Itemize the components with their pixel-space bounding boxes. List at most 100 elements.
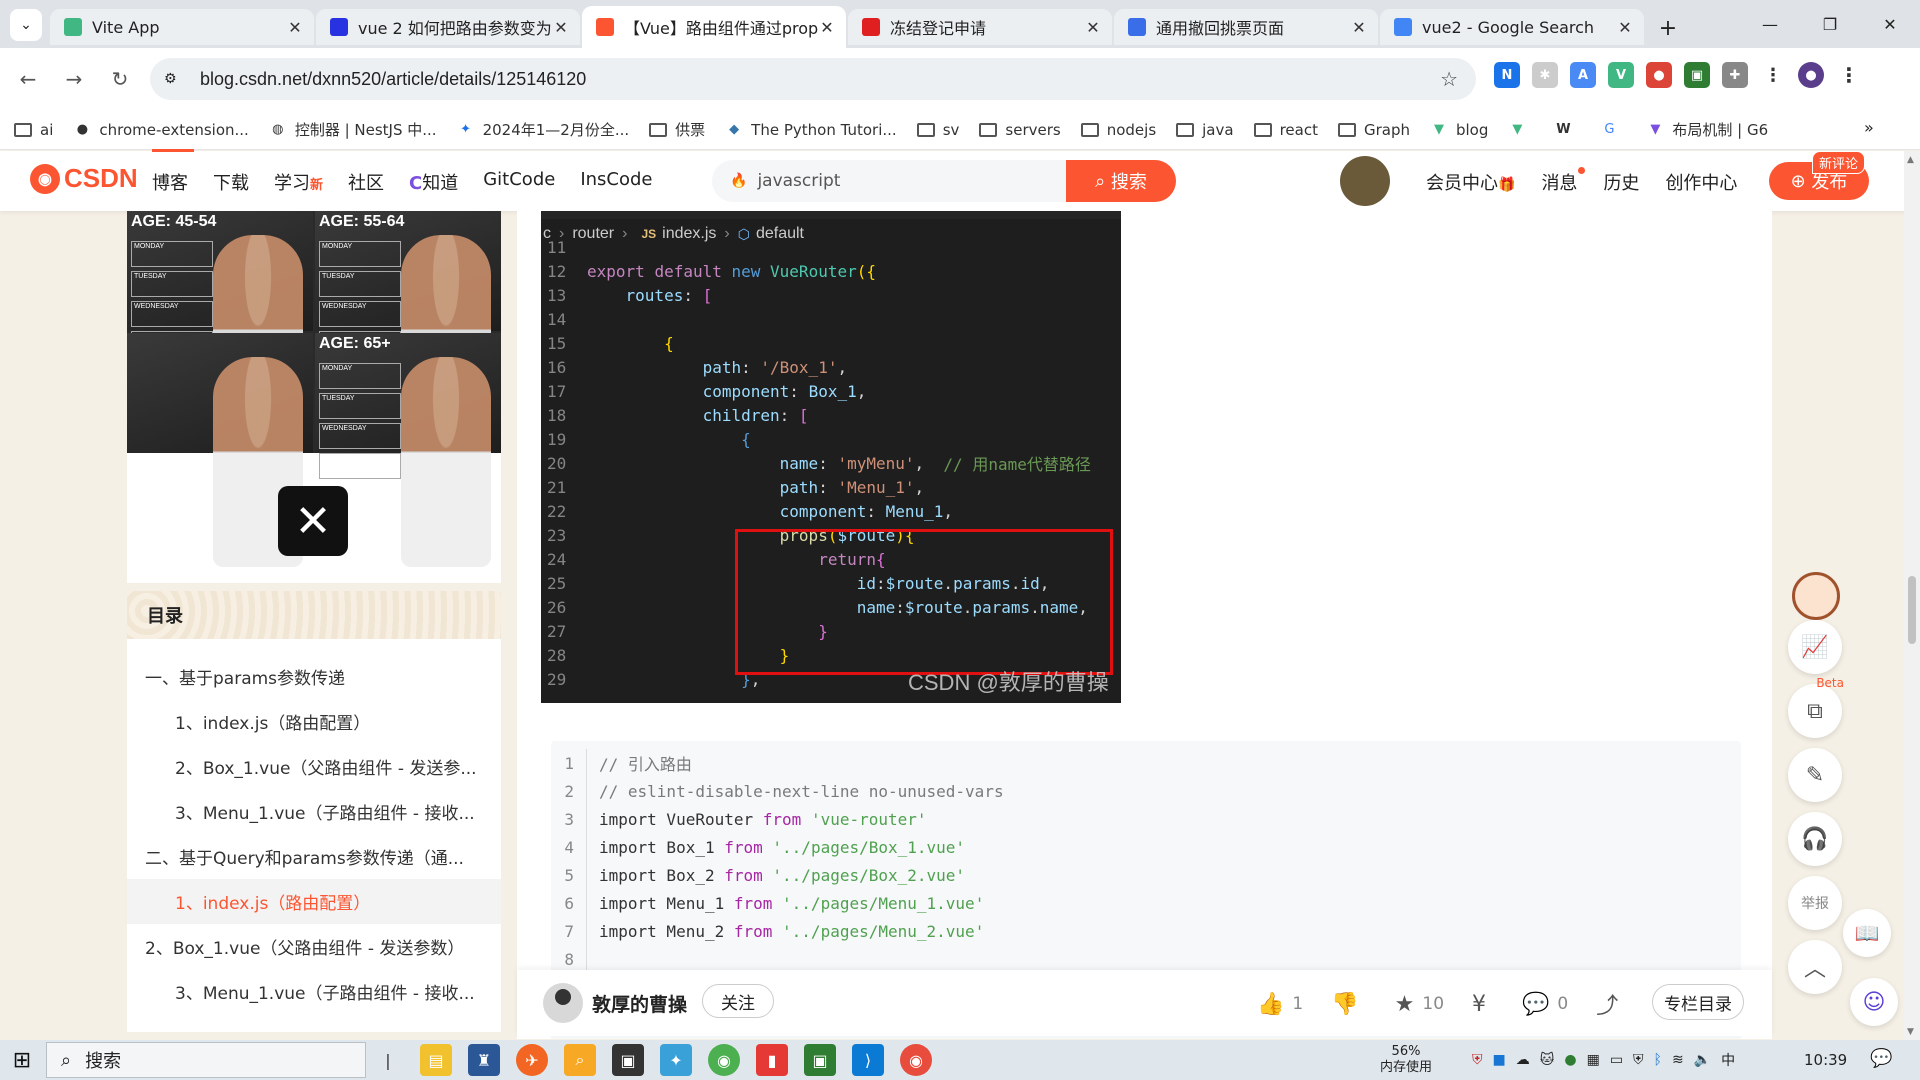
new-tab-button[interactable]: + bbox=[1652, 12, 1684, 44]
tab-search-menu-button[interactable]: ⌄ bbox=[10, 9, 42, 41]
bookmark-item[interactable]: 供票 bbox=[649, 119, 705, 140]
security-icon[interactable]: ⛨ bbox=[1633, 1052, 1644, 1068]
toc-item[interactable]: 2、Box_1.vue（父路由组件 - 发送参... bbox=[127, 744, 501, 789]
bookmark-item[interactable]: ◍ 控制器 | NestJS 中... bbox=[269, 119, 436, 140]
terminal-icon[interactable]: ▣ bbox=[612, 1044, 644, 1076]
ime-indicator[interactable]: 中 bbox=[1721, 1050, 1735, 1070]
maximize-button[interactable]: ❐ bbox=[1800, 0, 1860, 48]
bookmark-item[interactable]: G bbox=[1600, 122, 1626, 138]
close-tab-icon[interactable]: ✕ bbox=[286, 18, 304, 37]
bookmark-star-icon[interactable]: ☆ bbox=[1440, 67, 1458, 91]
extension-circle-icon[interactable]: ● bbox=[1646, 62, 1672, 88]
browser-tab[interactable]: 通用撤回挑票页面 ✕ bbox=[1114, 9, 1378, 45]
tray-cat-icon[interactable]: 🐱 bbox=[1540, 1052, 1555, 1068]
bookmark-item[interactable]: ✦ 2024年1—2月份全... bbox=[457, 119, 629, 140]
tray-app-icon[interactable]: ■ bbox=[1493, 1052, 1506, 1068]
bookmark-item[interactable]: sv bbox=[916, 121, 959, 139]
tray-cloud-icon[interactable]: ☁ bbox=[1516, 1052, 1530, 1068]
wechat-icon[interactable]: ● bbox=[1564, 1052, 1576, 1068]
minimize-button[interactable]: — bbox=[1740, 0, 1800, 48]
back-button[interactable]: ← bbox=[10, 61, 46, 97]
close-window-button[interactable]: ✕ bbox=[1860, 0, 1920, 48]
nav-link-0[interactable]: 博客 bbox=[152, 149, 194, 195]
bookmark-item[interactable]: ▼ 布局机制 | G6 bbox=[1646, 119, 1768, 140]
chart-icon[interactable]: 📈 bbox=[1788, 620, 1842, 674]
bookmark-item[interactable]: W bbox=[1554, 122, 1580, 138]
ai-assistant-icon[interactable]: ☺ bbox=[1850, 978, 1898, 1026]
vue-devtools-icon[interactable]: V bbox=[1608, 62, 1634, 88]
forward-button[interactable]: → bbox=[56, 61, 92, 97]
close-tab-icon[interactable]: ✕ bbox=[1616, 18, 1634, 37]
toc-item[interactable]: 二、基于Query和params参数传递（通... bbox=[127, 834, 501, 879]
bookmark-item[interactable]: servers bbox=[979, 121, 1061, 139]
nav-link-4[interactable]: C知道 bbox=[409, 169, 458, 195]
memory-usage[interactable]: 56% 内存使用 bbox=[1380, 1044, 1432, 1076]
comment-button[interactable]: 💬 0 bbox=[1522, 992, 1568, 1017]
search-app-icon[interactable]: ⌕ bbox=[564, 1044, 596, 1076]
customer-service-icon[interactable]: 🎧 bbox=[1788, 812, 1842, 866]
reader-mode-icon[interactable]: 📖 bbox=[1843, 909, 1891, 957]
translate-icon[interactable]: A bbox=[1570, 62, 1596, 88]
bookmark-item[interactable]: Graph bbox=[1337, 121, 1410, 139]
bird-app-icon[interactable]: ✦ bbox=[660, 1044, 692, 1076]
close-tab-icon[interactable]: ✕ bbox=[818, 18, 836, 37]
volume-icon[interactable]: 🔈 bbox=[1694, 1052, 1711, 1068]
tray-square-icon[interactable]: ▦ bbox=[1587, 1052, 1600, 1068]
notification-icon[interactable]: 💬 bbox=[1870, 1048, 1892, 1069]
page-scrollbar[interactable]: ▲ ▼ bbox=[1904, 151, 1920, 1041]
user-link-0[interactable]: 会员中心🎁 bbox=[1426, 169, 1515, 195]
back-to-top-icon[interactable]: ︿ bbox=[1788, 940, 1842, 994]
split-icon[interactable]: ⋮ bbox=[1760, 62, 1786, 88]
app-icon[interactable]: ♜ bbox=[468, 1044, 500, 1076]
browser-tab[interactable]: 【Vue】路由组件通过prop ✕ bbox=[582, 6, 846, 48]
file-explorer-icon[interactable]: ▤ bbox=[420, 1044, 452, 1076]
toc-item[interactable]: 一、基于params参数传递 bbox=[127, 654, 501, 699]
red-app-icon[interactable]: ▮ bbox=[756, 1044, 788, 1076]
mascot-icon[interactable] bbox=[1782, 566, 1852, 626]
toc-item[interactable]: 1、index.js（路由配置） bbox=[127, 879, 501, 924]
user-link-1[interactable]: 消息 bbox=[1541, 167, 1586, 195]
dislike-button[interactable]: 👎 bbox=[1331, 992, 1366, 1017]
nav-link-5[interactable]: GitCode bbox=[483, 169, 555, 195]
report-button[interactable]: 举报 bbox=[1788, 876, 1842, 930]
scroll-down-arrow[interactable]: ▼ bbox=[1907, 1027, 1914, 1037]
browser-tab[interactable]: 冻结登记申请 ✕ bbox=[848, 9, 1112, 45]
wifi-icon[interactable]: ≋ bbox=[1672, 1052, 1684, 1068]
postman-icon[interactable]: ✈ bbox=[516, 1044, 548, 1076]
sidebar-ad[interactable]: AGE: 45-54MONDAYTUESDAYWEDNESDAYTHURSDAY… bbox=[127, 211, 501, 583]
extension-gear-icon[interactable]: ✱ bbox=[1532, 62, 1558, 88]
bookmarks-overflow-icon[interactable]: » bbox=[1864, 118, 1874, 137]
battery-icon[interactable]: ▭ bbox=[1610, 1052, 1623, 1068]
beta-tool-button[interactable]: ⧉ Beta bbox=[1788, 676, 1844, 738]
nav-link-6[interactable]: InsCode bbox=[580, 169, 652, 195]
share-button[interactable]: ⤴ bbox=[1596, 988, 1626, 1020]
profile-avatar[interactable]: ● bbox=[1798, 62, 1824, 88]
url-text[interactable]: blog.csdn.net/dxnn520/article/details/12… bbox=[200, 69, 586, 90]
nav-link-2[interactable]: 学习新 bbox=[274, 169, 323, 195]
reward-button[interactable]: ¥ bbox=[1472, 992, 1494, 1017]
toc-item[interactable]: 3、Menu_1.vue（子路由组件 - 接收... bbox=[127, 969, 501, 1014]
close-tab-icon[interactable]: ✕ bbox=[552, 18, 570, 37]
like-button[interactable]: 👍 1 bbox=[1257, 992, 1303, 1017]
task-view-icon[interactable]: | bbox=[372, 1044, 404, 1076]
bookmark-item[interactable]: ai bbox=[14, 121, 53, 139]
shield-icon[interactable]: ⛨ bbox=[1472, 1052, 1483, 1068]
toc-item[interactable]: 2、Box_1.vue（父路由组件 - 发送参数） bbox=[127, 924, 501, 969]
bookmark-item[interactable]: java bbox=[1176, 121, 1234, 139]
clock[interactable]: 10:39 bbox=[1804, 1051, 1847, 1069]
toc-item[interactable]: 3、Menu_1.vue（子路由组件 - 接收... bbox=[127, 789, 501, 834]
browser-tab[interactable]: vue2 - Google Search ✕ bbox=[1380, 9, 1644, 45]
bookmark-item[interactable]: nodejs bbox=[1080, 121, 1156, 139]
vscode-icon[interactable]: ⟩ bbox=[852, 1044, 884, 1076]
browser-menu-icon[interactable]: ⋮ bbox=[1836, 62, 1862, 88]
bookmark-item[interactable]: ● chrome-extension... bbox=[73, 121, 249, 139]
user-link-3[interactable]: 创作中心 bbox=[1665, 169, 1737, 195]
bookmark-item[interactable]: ▼ blog bbox=[1430, 121, 1488, 139]
reload-button[interactable]: ↻ bbox=[102, 61, 138, 97]
site-info-icon[interactable]: ⚙ bbox=[164, 71, 186, 87]
search-button[interactable]: ⌕ 搜索 bbox=[1066, 160, 1176, 202]
bookmark-item[interactable]: ▼ bbox=[1508, 122, 1534, 138]
windows-start-icon[interactable]: ⊞ bbox=[0, 1040, 44, 1080]
extension-n-icon[interactable]: N bbox=[1494, 62, 1520, 88]
author-name[interactable]: 敦厚的曹操 bbox=[592, 990, 687, 1017]
